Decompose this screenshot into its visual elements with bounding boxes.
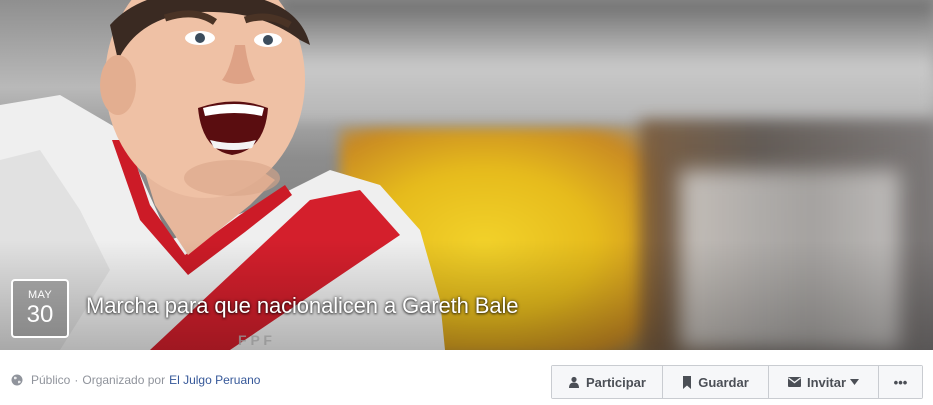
invite-button[interactable]: Invitar — [769, 366, 879, 398]
meta-separator: · — [74, 373, 79, 387]
save-button[interactable]: Guardar — [663, 366, 769, 398]
bookmark-icon — [683, 375, 692, 389]
caret-down-icon — [850, 379, 859, 385]
event-actions: Participar Guardar Invitar ••• — [551, 365, 923, 399]
event-date-month: MAY — [28, 289, 52, 301]
cover-photo[interactable]: F P F MAY 30 Marcha para que nacionalice… — [0, 0, 933, 350]
event-info-bar: Público · Organizado por El Julgo Peruan… — [0, 350, 933, 405]
globe-icon — [11, 374, 23, 386]
organized-by-label: Organizado por — [82, 373, 166, 387]
organizer-link[interactable]: El Julgo Peruano — [169, 373, 260, 387]
person-icon — [569, 376, 579, 388]
invite-label: Invitar — [806, 374, 846, 390]
privacy-label: Público — [31, 373, 71, 387]
participate-button[interactable]: Participar — [552, 366, 663, 398]
event-title: Marcha para que nacionalicen a Gareth Ba… — [86, 293, 519, 318]
event-date-badge: MAY 30 — [11, 279, 69, 338]
more-options-icon: ••• — [893, 374, 908, 390]
more-options-button[interactable]: ••• — [879, 366, 922, 398]
event-date-day: 30 — [26, 301, 54, 328]
event-meta: Público · Organizado por El Julgo Peruan… — [11, 373, 260, 387]
save-label: Guardar — [698, 374, 749, 390]
participate-label: Participar — [586, 374, 646, 390]
envelope-icon — [787, 377, 801, 387]
